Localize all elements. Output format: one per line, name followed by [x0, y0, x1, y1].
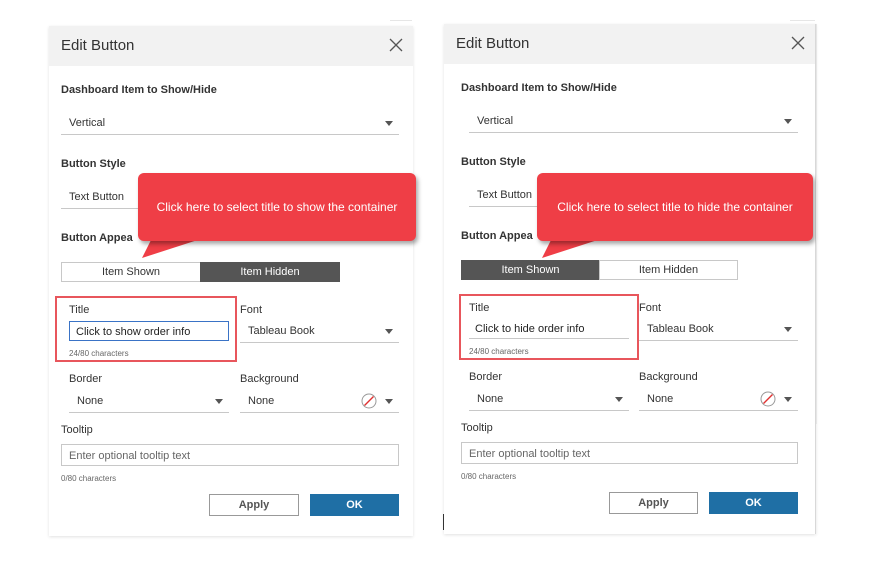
callout-show-container: Click here to select title to show the c…: [138, 173, 416, 241]
tab-item-hidden[interactable]: Item Hidden: [200, 262, 340, 282]
title-highlight-box: [55, 296, 237, 362]
font-label: Font: [240, 304, 263, 316]
dialog-header: Edit Button: [444, 24, 815, 64]
border-select[interactable]: None: [469, 388, 629, 411]
border-label: Border: [69, 373, 103, 385]
ok-button[interactable]: OK: [310, 494, 399, 516]
dashboard-item-select[interactable]: Vertical: [469, 110, 798, 133]
dialog-title: Edit Button: [456, 35, 530, 52]
button-style-label: Button Style: [61, 158, 126, 170]
dashboard-item-label: Dashboard Item to Show/Hide: [461, 82, 617, 94]
button-appearance-label: Button Appea: [61, 232, 133, 244]
dialog-header: Edit Button: [49, 26, 413, 66]
font-select[interactable]: Tableau Book: [639, 318, 798, 341]
tooltip-placeholder: Enter optional tooltip text: [69, 450, 191, 462]
background-value: None: [248, 395, 275, 407]
dashboard-item-value: Vertical: [477, 115, 514, 127]
chevron-down-icon: [784, 397, 792, 402]
title-highlight-box: [459, 294, 639, 360]
background-select[interactable]: None: [639, 388, 798, 411]
background-value: None: [647, 393, 674, 405]
font-label: Font: [639, 302, 662, 314]
chevron-down-icon: [784, 119, 792, 124]
dashboard-item-label: Dashboard Item to Show/Hide: [61, 84, 217, 96]
border-value: None: [477, 393, 504, 405]
tooltip-input[interactable]: Enter optional tooltip text: [461, 442, 798, 464]
apply-button[interactable]: Apply: [209, 494, 299, 516]
edit-button-dialog-left: Edit Button Dashboard Item to Show/Hide …: [49, 26, 413, 536]
font-value: Tableau Book: [248, 325, 315, 337]
text-cursor: [443, 514, 444, 530]
background-select[interactable]: None: [240, 390, 399, 413]
button-style-label: Button Style: [461, 156, 526, 168]
background-label: Background: [240, 373, 299, 385]
close-icon[interactable]: [389, 38, 403, 52]
border-select[interactable]: None: [69, 390, 229, 413]
apply-button[interactable]: Apply: [609, 492, 698, 514]
button-style-value: Text Button: [69, 191, 125, 203]
tooltip-label: Tooltip: [61, 424, 93, 436]
callout-hide-container: Click here to select title to hide the c…: [537, 173, 813, 241]
border-value: None: [77, 395, 104, 407]
close-icon[interactable]: [791, 36, 805, 50]
no-color-icon[interactable]: [361, 393, 377, 409]
edit-button-dialog-right: Edit Button Dashboard Item to Show/Hide …: [444, 24, 816, 534]
background-gridline: [816, 24, 817, 424]
tooltip-input[interactable]: Enter optional tooltip text: [61, 444, 399, 466]
font-value: Tableau Book: [647, 323, 714, 335]
tooltip-counter: 0/80 characters: [461, 472, 517, 481]
chevron-down-icon: [385, 329, 393, 334]
tooltip-label: Tooltip: [461, 422, 493, 434]
tab-item-shown[interactable]: Item Shown: [61, 262, 201, 282]
font-select[interactable]: Tableau Book: [240, 320, 399, 343]
chevron-down-icon: [385, 121, 393, 126]
dashboard-item-select[interactable]: Vertical: [61, 112, 399, 135]
button-appearance-label: Button Appea: [461, 230, 533, 242]
chevron-down-icon: [385, 399, 393, 404]
tooltip-placeholder: Enter optional tooltip text: [469, 448, 591, 460]
background-gridline: [390, 20, 412, 21]
dashboard-item-value: Vertical: [69, 117, 106, 129]
no-color-icon[interactable]: [760, 391, 776, 407]
border-label: Border: [469, 371, 503, 383]
dialog-title: Edit Button: [61, 37, 135, 54]
button-style-value: Text Button: [477, 189, 533, 201]
ok-button[interactable]: OK: [709, 492, 798, 514]
tab-item-hidden[interactable]: Item Hidden: [599, 260, 738, 280]
tab-item-shown[interactable]: Item Shown: [461, 260, 600, 280]
background-gridline: [790, 20, 815, 21]
background-label: Background: [639, 371, 698, 383]
chevron-down-icon: [215, 399, 223, 404]
tooltip-counter: 0/80 characters: [61, 474, 117, 483]
chevron-down-icon: [615, 397, 623, 402]
chevron-down-icon: [784, 327, 792, 332]
